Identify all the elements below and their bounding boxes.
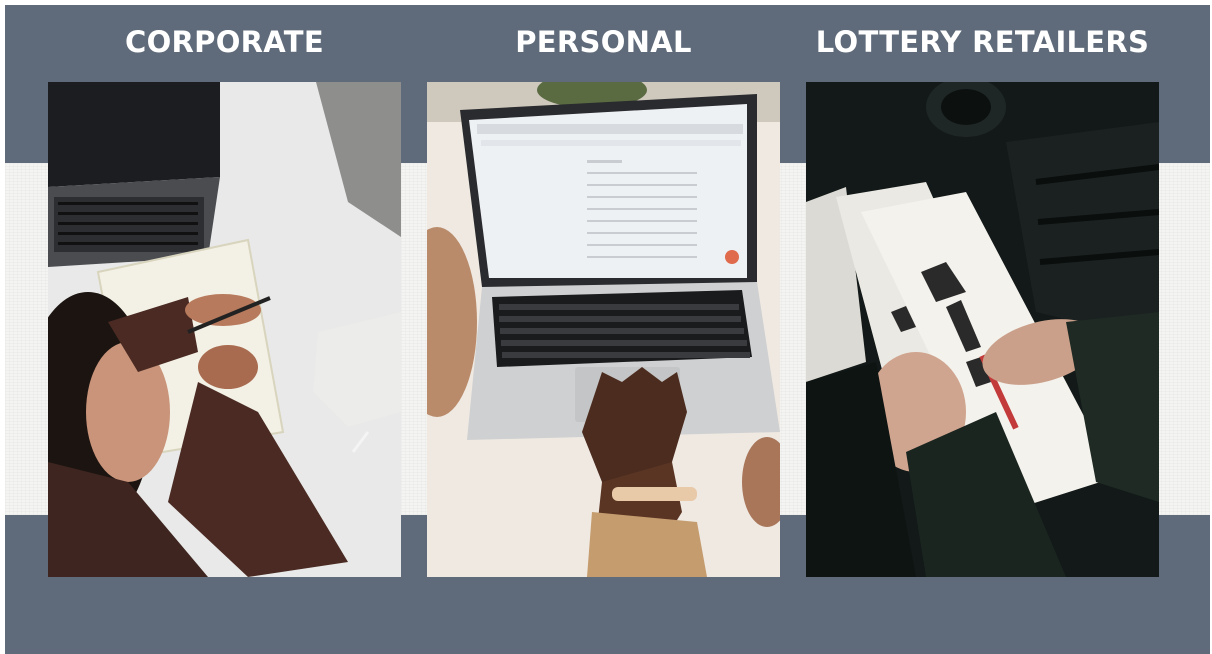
personal-card[interactable] [427,82,780,577]
lottery-retailers-heading: LOTTERY RETAILERS [815,25,1150,59]
corporate-card[interactable] [48,82,401,577]
lottery-retailers-card[interactable] [806,82,1159,577]
personal-heading: PERSONAL [515,25,692,59]
corporate-heading: CORPORATE [125,25,324,59]
lottery-retailers-photo [806,82,1159,577]
corporate-photo [48,82,401,577]
personal-photo [427,82,780,577]
